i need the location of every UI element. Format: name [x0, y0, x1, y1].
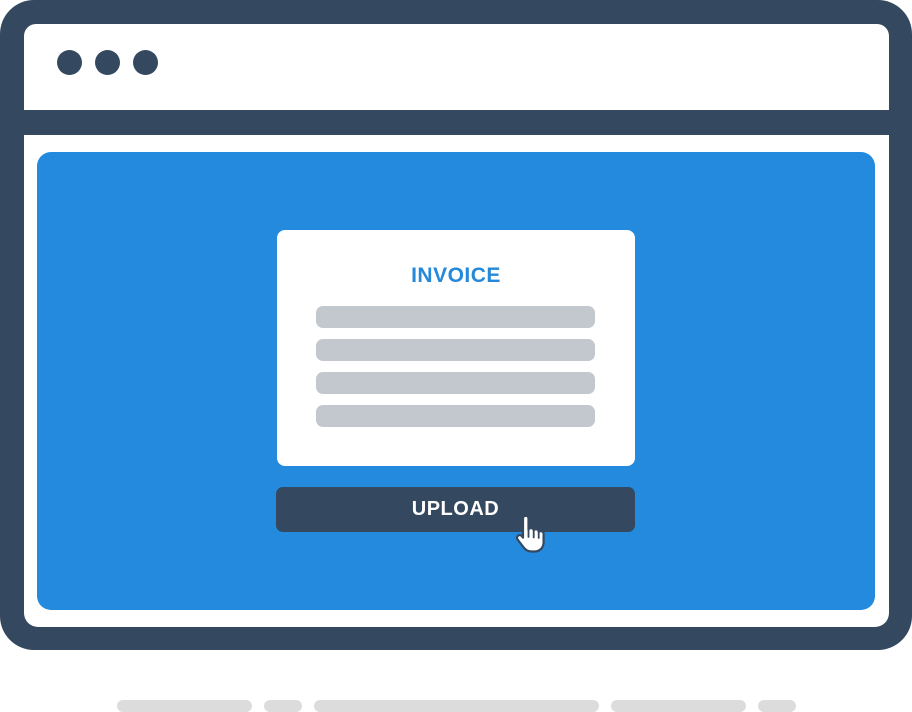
upload-panel: INVOICE UPLOAD	[37, 152, 875, 610]
invoice-title: INVOICE	[411, 264, 501, 287]
window-control-dot[interactable]	[133, 50, 158, 75]
footer-placeholder-bar	[314, 700, 599, 712]
window-titlebar	[24, 24, 889, 110]
invoice-placeholder-line	[316, 405, 595, 427]
footer-placeholder-bar	[117, 700, 252, 712]
footer-placeholder-bar	[264, 700, 302, 712]
hand-pointer-icon	[515, 515, 545, 553]
invoice-placeholder-line	[316, 306, 595, 328]
illustration-stage: INVOICE UPLOAD	[0, 0, 912, 712]
invoice-placeholder-line	[316, 339, 595, 361]
window-control-dot[interactable]	[57, 50, 82, 75]
window-viewport: INVOICE UPLOAD	[24, 135, 889, 627]
window-control-dot[interactable]	[95, 50, 120, 75]
upload-button[interactable]: UPLOAD	[276, 487, 635, 532]
invoice-placeholder-line	[316, 372, 595, 394]
browser-window: INVOICE UPLOAD	[0, 0, 912, 650]
footer-placeholder-bar	[758, 700, 796, 712]
footer-placeholder-bar	[611, 700, 746, 712]
invoice-card: INVOICE	[277, 230, 635, 466]
